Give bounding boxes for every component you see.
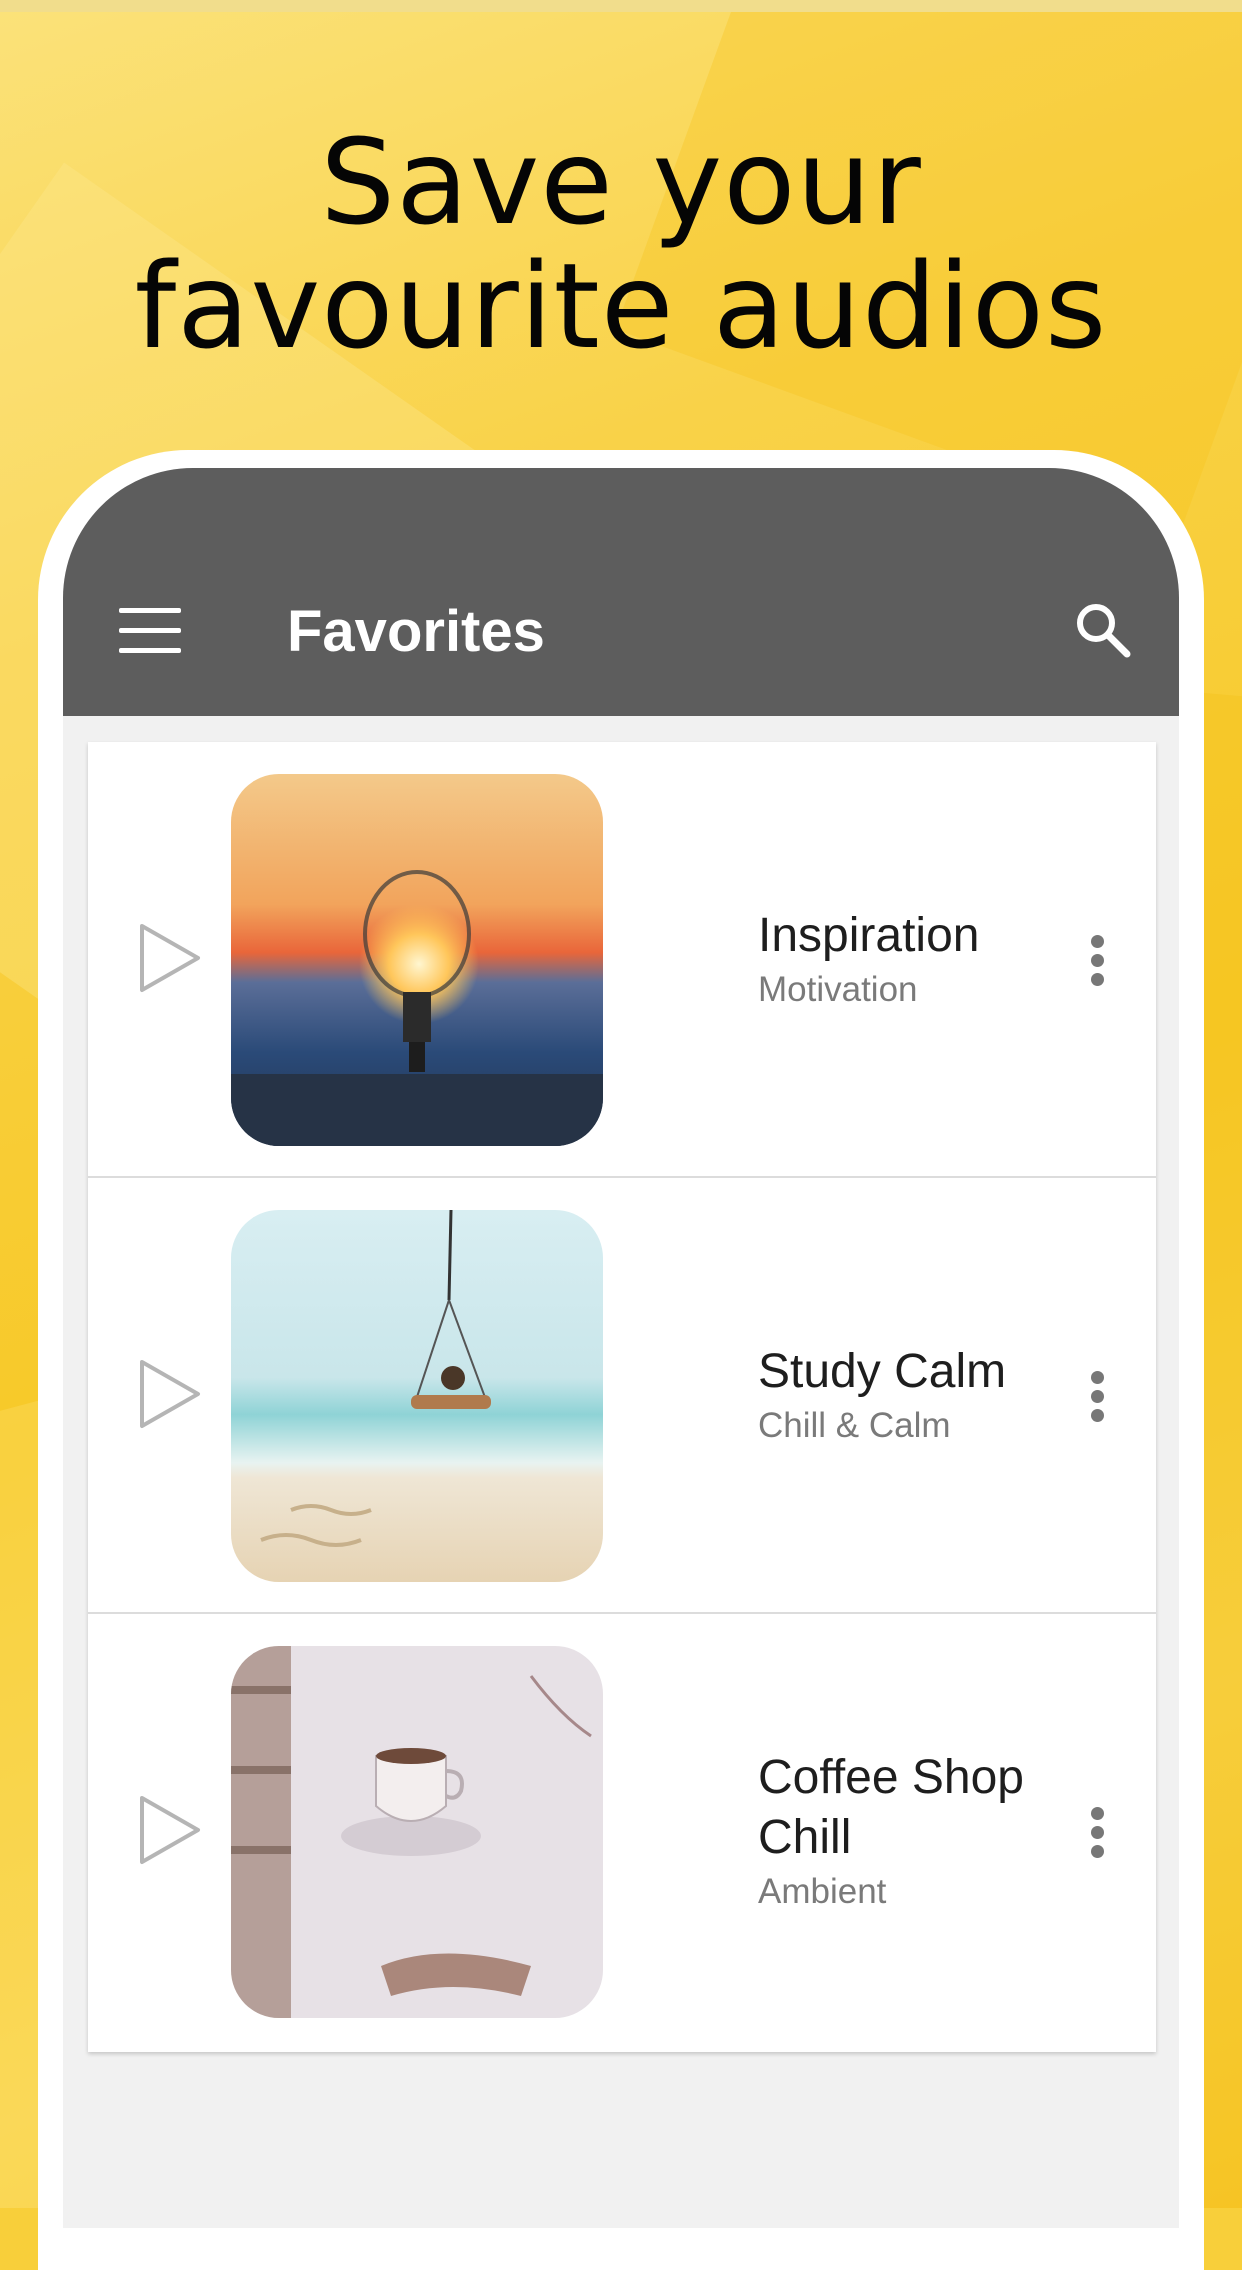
item-title: Study Calm (758, 1345, 1007, 1398)
item-info: Study Calm Chill & Calm (758, 1342, 1048, 1446)
item-title: Coffee Shop Chill (758, 1751, 1024, 1864)
favorites-list: Inspiration Motivation Study Calm Chill … (88, 742, 1156, 2052)
coffee-cup-image (231, 1646, 603, 2018)
favorite-item-inspiration[interactable]: Inspiration Motivation (88, 742, 1156, 1178)
beach-swing-image (231, 1210, 603, 1582)
play-icon[interactable] (138, 1794, 202, 1866)
item-title: Inspiration (758, 909, 980, 962)
item-category: Ambient (758, 1872, 887, 1911)
more-options-icon[interactable] (1088, 935, 1108, 987)
page-title: Favorites (287, 599, 545, 664)
item-info: Coffee Shop Chill Ambient (758, 1748, 1048, 1912)
item-category: Motivation (758, 970, 918, 1009)
play-icon[interactable] (138, 922, 202, 994)
phone-screen: Favorites Inspiration Motivation Study C… (63, 468, 1179, 2228)
headline-line-1: Save your (320, 113, 922, 251)
headline-line-2: favourite audios (134, 237, 1108, 375)
play-icon[interactable] (138, 1358, 202, 1430)
favorite-item-coffee-shop-chill[interactable]: Coffee Shop Chill Ambient (88, 1614, 1156, 2052)
app-bar: Favorites (63, 468, 1179, 716)
favorite-item-study-calm[interactable]: Study Calm Chill & Calm (88, 1178, 1156, 1614)
search-icon[interactable] (1073, 600, 1133, 660)
lightbulb-sunset-image (231, 774, 603, 1146)
top-strip (0, 0, 1242, 12)
item-info: Inspiration Motivation (758, 906, 1048, 1010)
promo-headline: Save your favourite audios (0, 120, 1242, 368)
more-options-icon[interactable] (1088, 1807, 1108, 1859)
more-options-icon[interactable] (1088, 1371, 1108, 1423)
hamburger-menu-icon[interactable] (119, 608, 181, 654)
item-category: Chill & Calm (758, 1406, 951, 1445)
